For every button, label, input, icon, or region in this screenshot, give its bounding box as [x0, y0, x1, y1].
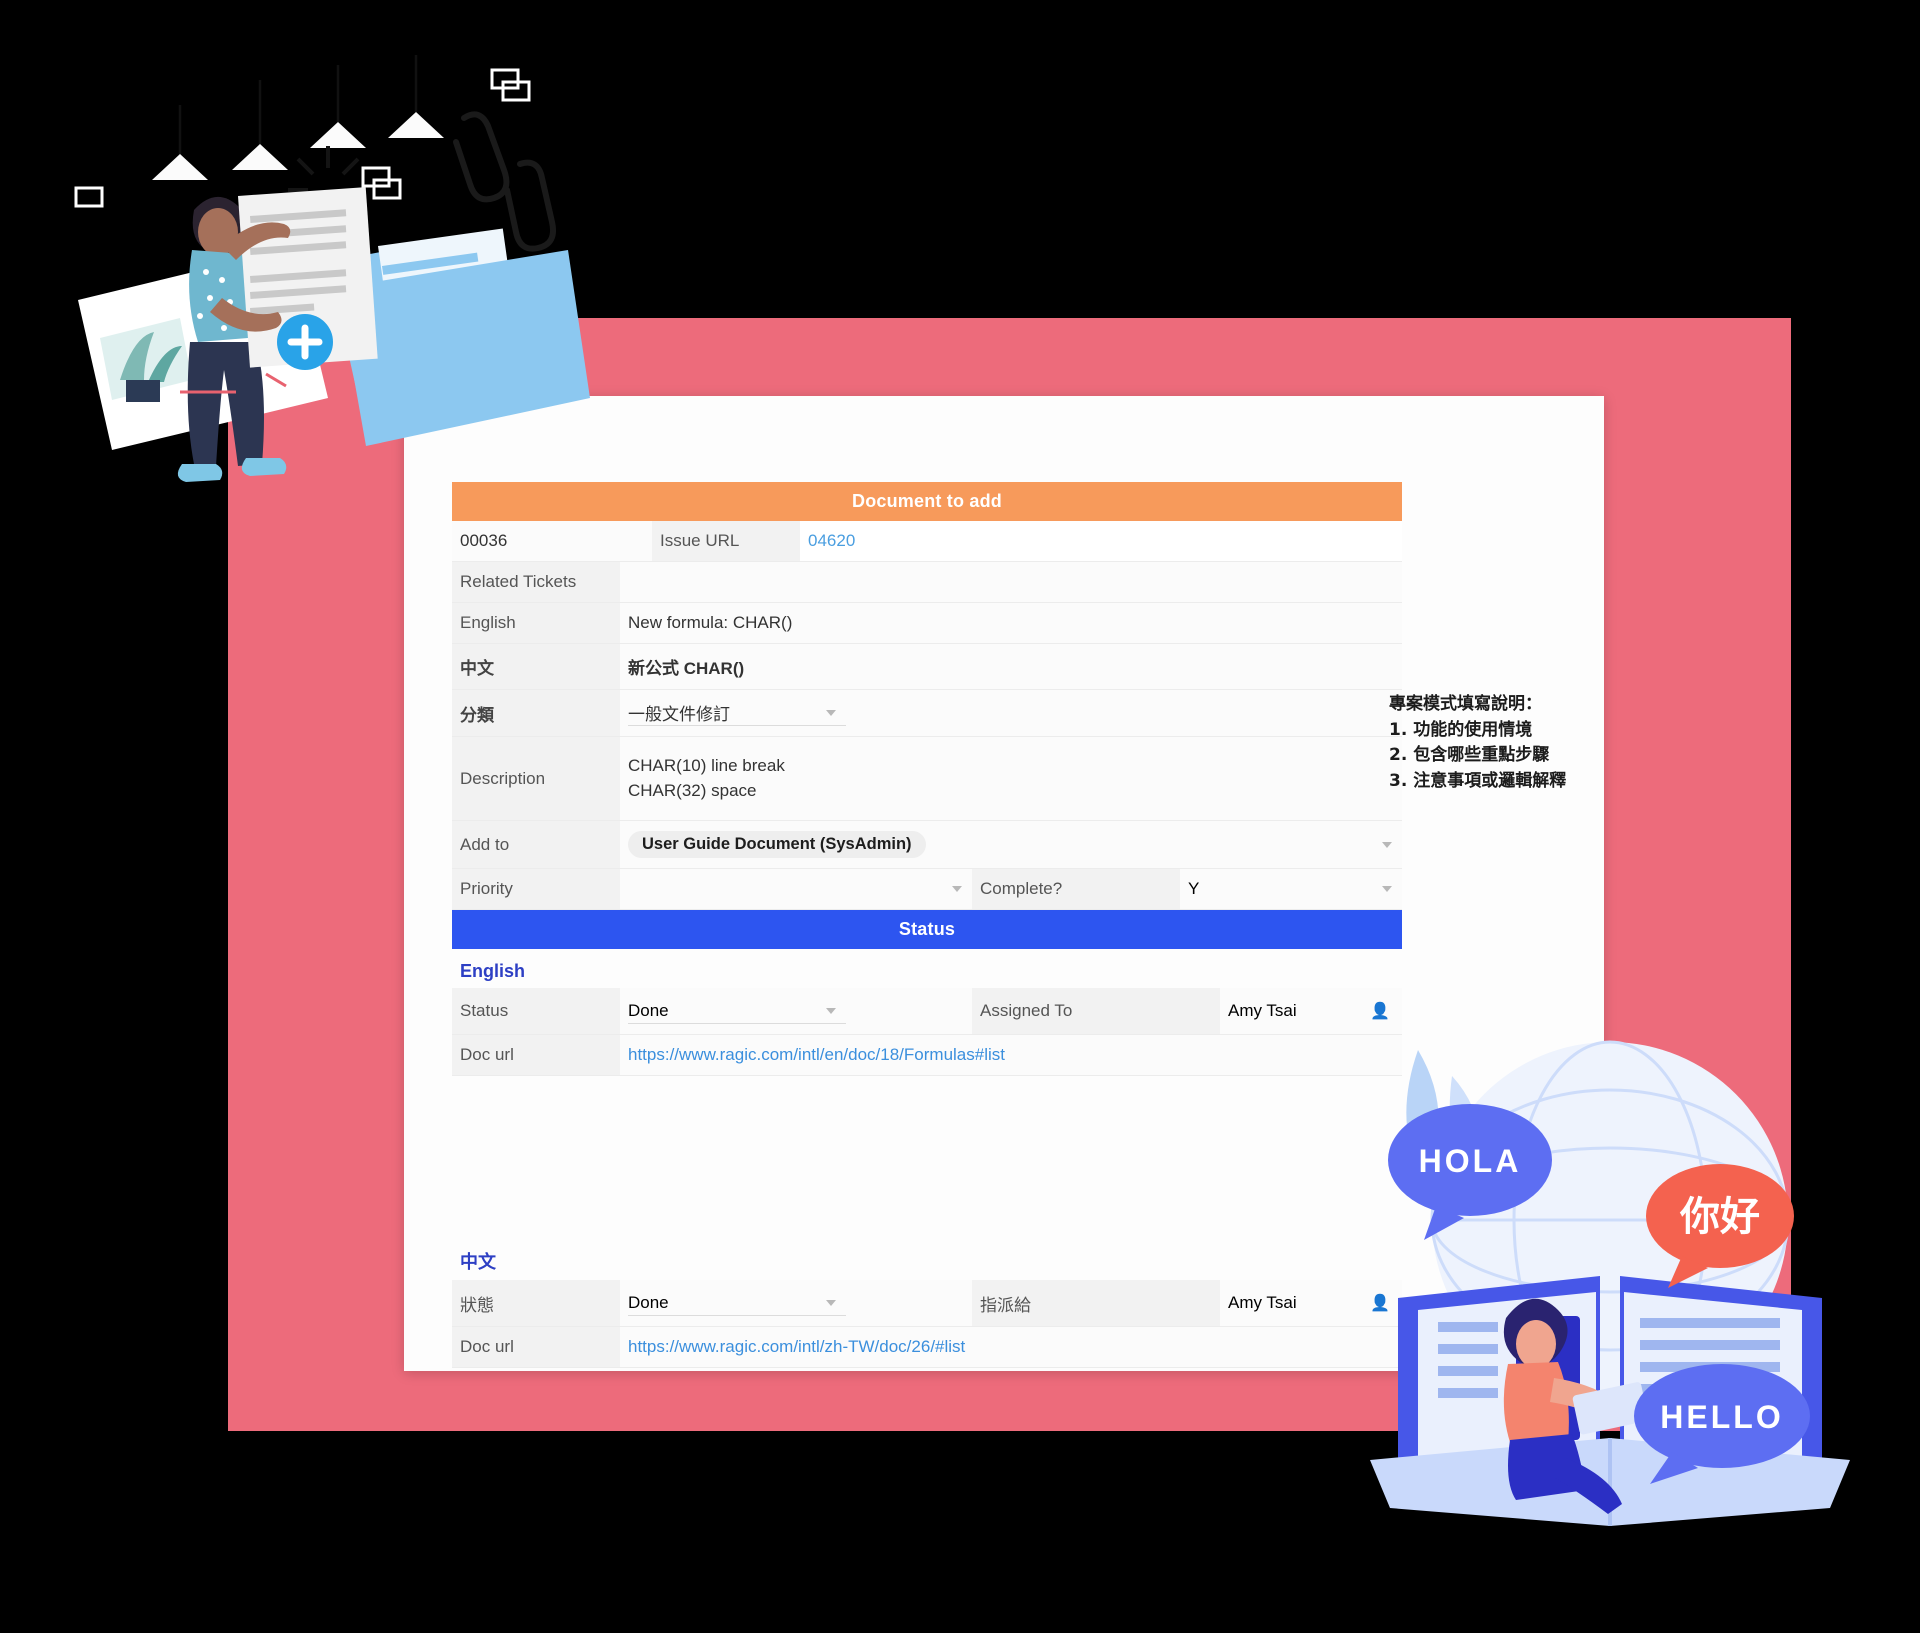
- field-row-chinese-title: 中文 新公式 CHAR(): [452, 644, 1402, 690]
- field-value-description[interactable]: CHAR(10) line break CHAR(32) space: [620, 737, 1402, 820]
- doc-url-link-chinese[interactable]: https://www.ragic.com/intl/zh-TW/doc/26/…: [628, 1337, 965, 1357]
- assigned-to-value-english[interactable]: Amy Tsai 👤: [1220, 988, 1402, 1034]
- doc-url-row-chinese: Doc url https://www.ragic.com/intl/zh-TW…: [452, 1327, 1402, 1368]
- status-select-chinese[interactable]: Done: [620, 1280, 972, 1326]
- doc-url-label-chinese: Doc url: [452, 1327, 620, 1367]
- field-row-english-title: English New formula: CHAR(): [452, 603, 1402, 644]
- assigned-to-label-english: Assigned To: [972, 988, 1220, 1034]
- form-table: Document to add 00036 Issue URL 04620 Re…: [452, 482, 1402, 1368]
- field-value-category-cell: 一般文件修訂: [620, 690, 1402, 736]
- status-select-english-field[interactable]: Done: [628, 998, 846, 1024]
- assigned-to-english-name: Amy Tsai: [1228, 1001, 1297, 1020]
- field-row-category: 分類 一般文件修訂: [452, 690, 1402, 737]
- field-value-add-to[interactable]: User Guide Document (SysAdmin): [620, 821, 1402, 868]
- description-line-1: CHAR(10) line break: [628, 755, 785, 775]
- user-icon: 👤: [1370, 1295, 1390, 1312]
- status-label-english: Status: [452, 988, 620, 1034]
- instructions-item-2: 2. 包含哪些重點步驟: [1389, 745, 1550, 765]
- field-value-english-title[interactable]: New formula: CHAR(): [620, 603, 1402, 643]
- doc-url-link-english[interactable]: https://www.ragic.com/intl/en/doc/18/For…: [628, 1045, 1005, 1065]
- field-label-related-tickets: Related Tickets: [452, 562, 620, 602]
- complete-select[interactable]: Y: [1180, 869, 1402, 909]
- form-section-header-document-to-add: Document to add: [452, 482, 1402, 521]
- doc-url-row-english: Doc url https://www.ragic.com/intl/en/do…: [452, 1035, 1402, 1076]
- description-line-2: CHAR(32) space: [628, 780, 757, 800]
- subsection-heading-chinese: 中文: [460, 1252, 496, 1272]
- assigned-to-chinese-name: Amy Tsai: [1228, 1293, 1297, 1312]
- category-select[interactable]: 一般文件修訂: [628, 700, 846, 726]
- issue-url-link[interactable]: 04620: [808, 531, 855, 550]
- record-id-row: 00036 Issue URL 04620: [452, 521, 1402, 562]
- instructions-item-3: 3. 注意事項或邏輯解釋: [1389, 770, 1567, 791]
- record-id-value: 00036: [452, 521, 652, 561]
- field-value-chinese-title[interactable]: 新公式 CHAR(): [620, 644, 1402, 689]
- field-value-related-tickets[interactable]: [620, 562, 1402, 602]
- field-label-description: Description: [452, 737, 620, 820]
- chevron-down-icon: [952, 886, 962, 892]
- field-label-english-title: English: [452, 603, 620, 643]
- status-select-english[interactable]: Done: [620, 988, 972, 1034]
- chevron-down-icon: [826, 709, 836, 716]
- instructions-title: 專案模式填寫說明：: [1389, 694, 1542, 714]
- field-label-add-to: Add to: [452, 821, 620, 868]
- chevron-down-icon: [1382, 886, 1392, 892]
- status-select-english-value: Done: [628, 1000, 669, 1020]
- field-row-description: Description CHAR(10) line break CHAR(32)…: [452, 737, 1402, 821]
- issue-url-value[interactable]: 04620: [800, 521, 1402, 561]
- status-select-chinese-field[interactable]: Done: [628, 1290, 846, 1316]
- record-form-card: ☆ Document to add 00036 Issue URL 04620 …: [404, 396, 1604, 1371]
- doc-url-value-english[interactable]: https://www.ragic.com/intl/en/doc/18/For…: [620, 1035, 1402, 1075]
- status-label-chinese: 狀態: [452, 1280, 620, 1326]
- status-select-chinese-value: Done: [628, 1292, 669, 1312]
- chevron-down-icon: [1382, 841, 1392, 848]
- field-label-chinese-title: 中文: [452, 644, 620, 689]
- assigned-to-value-chinese[interactable]: Amy Tsai 👤: [1220, 1280, 1402, 1326]
- field-row-priority-complete: Priority Complete? Y: [452, 869, 1402, 910]
- chevron-down-icon: [826, 1299, 836, 1306]
- status-row-chinese: 狀態 Done 指派給 Amy Tsai 👤: [452, 1280, 1402, 1327]
- user-icon: 👤: [1370, 1003, 1390, 1020]
- field-label-complete: Complete?: [972, 869, 1180, 909]
- priority-select[interactable]: [620, 869, 972, 909]
- project-mode-instructions: 專案模式填寫說明： 1. 功能的使用情境 2. 包含哪些重點步驟 3. 注意事項…: [1389, 692, 1566, 794]
- chevron-down-icon: [826, 1007, 836, 1014]
- field-label-category: 分類: [452, 690, 620, 736]
- category-select-value: 一般文件修訂: [628, 705, 730, 724]
- doc-url-label-english: Doc url: [452, 1035, 620, 1075]
- instructions-item-1: 1. 功能的使用情境: [1389, 719, 1533, 740]
- form-section-header-status: Status: [452, 910, 1402, 949]
- issue-url-label: Issue URL: [652, 521, 800, 561]
- subsection-heading-english: English: [460, 961, 526, 981]
- doc-url-value-chinese[interactable]: https://www.ragic.com/intl/zh-TW/doc/26/…: [620, 1327, 1402, 1367]
- field-label-priority: Priority: [452, 869, 620, 909]
- status-row-english: Status Done Assigned To Amy Tsai 👤: [452, 988, 1402, 1035]
- complete-select-value: Y: [1188, 879, 1200, 898]
- field-row-related-tickets: Related Tickets: [452, 562, 1402, 603]
- add-to-chip[interactable]: User Guide Document (SysAdmin): [628, 831, 926, 858]
- field-row-add-to: Add to User Guide Document (SysAdmin): [452, 821, 1402, 869]
- assigned-to-label-chinese: 指派給: [972, 1280, 1220, 1326]
